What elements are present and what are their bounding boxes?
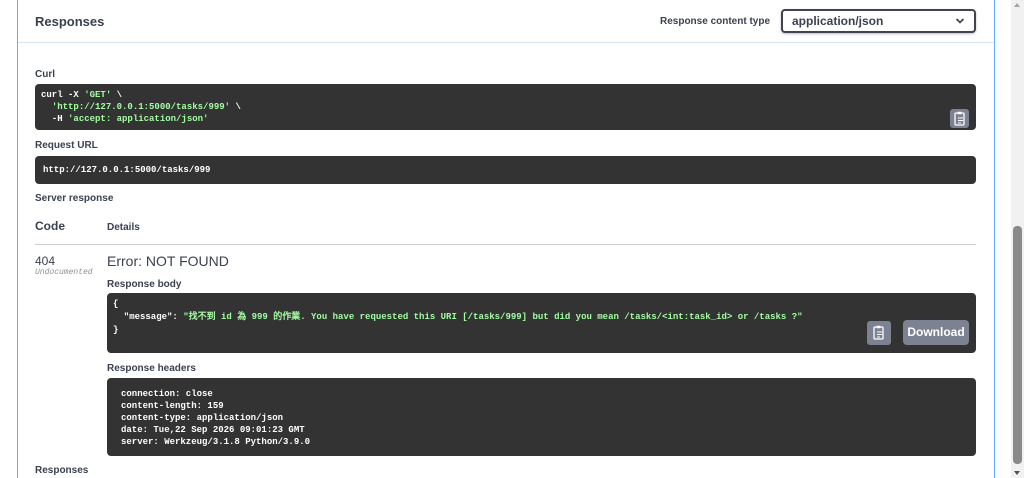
status-note: Undocumented xyxy=(35,268,93,277)
curl-label: Curl xyxy=(35,69,55,80)
response-content-type-select[interactable]: application/json xyxy=(781,9,976,33)
responses-panel: Responses Response content type applicat… xyxy=(17,0,995,478)
response-body-block[interactable]: { "message": "找不到 id 為 999 的作業. You have… xyxy=(107,293,976,353)
status-code: 404 xyxy=(35,254,56,268)
copy-curl-button[interactable] xyxy=(950,109,969,128)
response-content-type-label: Response content type xyxy=(660,16,771,27)
scroll-thumb[interactable] xyxy=(1013,226,1022,464)
table-divider xyxy=(35,244,976,245)
responses-title: Responses xyxy=(35,14,105,29)
chevron-down-icon xyxy=(955,18,965,24)
clipboard-icon xyxy=(954,111,965,126)
download-button[interactable]: Download xyxy=(903,320,969,345)
server-response-label: Server response xyxy=(35,193,114,204)
curl-line: -H 'accept: application/json' xyxy=(41,113,209,125)
request-url-label: Request URL xyxy=(35,140,98,151)
code-token: 'http://127.0.0.1:5000/tasks/999' xyxy=(51,102,231,112)
response-body-line: { xyxy=(113,298,118,310)
code-token: "message": xyxy=(113,312,184,322)
request-url-block[interactable]: http://127.0.0.1:5000/tasks/999 xyxy=(35,156,976,184)
response-body-line: } xyxy=(113,324,118,336)
response-body-line: "message": "找不到 id 為 999 的作業. You have r… xyxy=(113,311,803,323)
response-header-line: content-length: 159 xyxy=(121,401,224,411)
code-column-header: Code xyxy=(35,219,65,233)
code-token: 'GET' xyxy=(84,90,112,100)
responses-footer-label: Responses xyxy=(35,465,89,476)
clipboard-icon xyxy=(873,325,884,340)
scroll-up-arrow[interactable] xyxy=(1014,3,1020,7)
code-token: \ xyxy=(111,90,123,100)
curl-line: curl -X 'GET' \ xyxy=(41,89,122,101)
code-token: 'accept: application/json' xyxy=(68,114,209,124)
response-content-type-value: application/json xyxy=(792,14,884,28)
responses-header: Responses Response content type applicat… xyxy=(18,0,994,43)
response-header-line: connection: close xyxy=(121,389,213,399)
code-token: "找不到 id 為 999 的作業. You have requested th… xyxy=(183,312,803,322)
response-header-line: content-type: application/json xyxy=(121,413,284,423)
vertical-scrollbar[interactable] xyxy=(1011,0,1024,478)
code-token: -H xyxy=(41,114,69,124)
response-headers-label: Response headers xyxy=(107,363,196,374)
code-token: \ xyxy=(230,102,241,112)
copy-response-body-button[interactable] xyxy=(867,321,891,345)
error-title: Error: NOT FOUND xyxy=(107,253,229,269)
curl-block[interactable]: curl -X 'GET' \ 'http://127.0.0.1:5000/t… xyxy=(35,84,976,130)
response-header-line: date: Tue,22 Sep 2026 09:01:23 GMT xyxy=(121,425,305,435)
code-token: curl -X xyxy=(41,90,85,100)
code-token: { xyxy=(113,299,119,309)
scroll-down-arrow[interactable] xyxy=(1014,471,1020,475)
code-token: } xyxy=(113,325,119,335)
curl-line: 'http://127.0.0.1:5000/tasks/999' \ xyxy=(41,101,241,113)
request-url-value: http://127.0.0.1:5000/tasks/999 xyxy=(43,165,211,175)
response-headers-block[interactable]: connection: close content-length: 159 co… xyxy=(107,378,976,456)
response-body-label: Response body xyxy=(107,279,182,290)
response-header-line: server: Werkzeug/3.1.8 Python/3.9.0 xyxy=(121,437,311,447)
details-column-header: Details xyxy=(107,222,140,233)
